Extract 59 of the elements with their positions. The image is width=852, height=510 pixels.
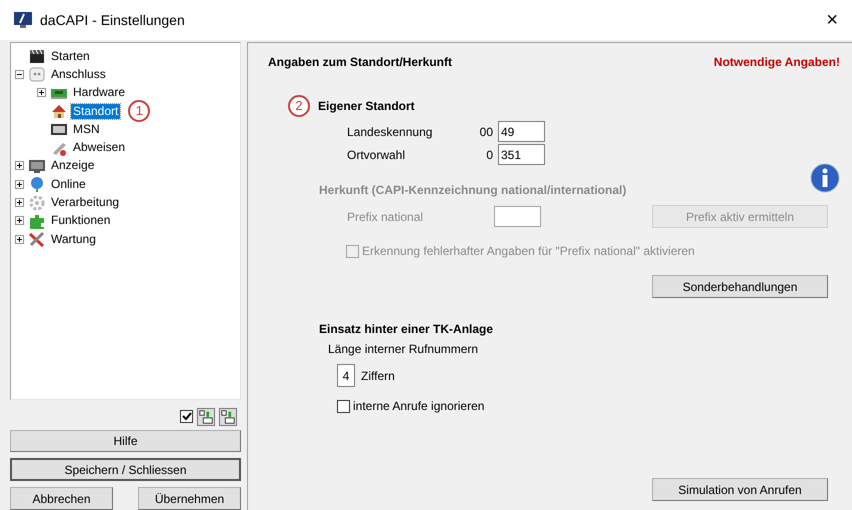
tree-item[interactable]: MSN [71, 122, 102, 137]
dialog-button[interactable]: Hilfe [10, 430, 241, 452]
expand-toggle[interactable] [15, 180, 24, 189]
required-note: Notwendige Angaben! [714, 54, 840, 71]
step-marker: 2 [288, 95, 310, 117]
collapse-toggle[interactable] [15, 70, 24, 79]
checkbox-label: interne Anrufe ignorieren [353, 398, 484, 415]
close-button[interactable]: × [822, 10, 842, 30]
section-title: Eigener Standort [318, 98, 415, 115]
expand-toggle[interactable] [15, 161, 24, 170]
checkbox-label: Erkennung fehlerhafter Angaben für "Prefix national" aktivieren [362, 243, 695, 260]
expand-toggle[interactable] [15, 216, 24, 226]
checkbox[interactable] [180, 410, 193, 424]
tree-item[interactable]: Verarbeitung [49, 195, 122, 210]
tree-item[interactable]: Anzeige [49, 158, 96, 174]
house-icon [50, 103, 68, 120]
dialog-button[interactable]: Sonderbehandlungen [652, 275, 828, 298]
section-title: Einsatz hinter einer TK-Anlage [319, 321, 494, 338]
field-label: Ortvorwahl [347, 146, 406, 164]
expand-all-icon[interactable] [197, 408, 215, 426]
app-icon [14, 12, 32, 28]
field-label: Prefix national [347, 208, 424, 226]
tree-item[interactable]: Starten [49, 48, 92, 64]
puzzle-icon [28, 212, 46, 229]
dialog-button[interactable]: Abbrechen [10, 487, 113, 510]
prefix-label: 0 [485, 146, 493, 164]
step-marker: 1 [128, 100, 150, 122]
tree-item[interactable]: Wartung [49, 232, 98, 247]
tree-item[interactable]: Standort [71, 104, 120, 119]
checkbox[interactable] [337, 400, 350, 412]
digits-field[interactable]: 4 [337, 364, 355, 387]
dialog-button[interactable]: Speichern / Schliessen [10, 458, 241, 482]
collapse-all-icon[interactable] [219, 408, 237, 426]
monitor-icon [28, 158, 46, 174]
tools-icon [28, 231, 46, 248]
tree-item[interactable]: Anschluss [49, 66, 108, 82]
expand-toggle[interactable] [15, 198, 24, 208]
dialog-button[interactable]: Simulation von Anrufen [652, 478, 828, 501]
window-title: daCAPI - Einstellungen [40, 10, 186, 30]
expand-toggle[interactable] [37, 88, 46, 98]
prefix-label: 00 [478, 124, 493, 140]
gear-icon [28, 194, 46, 211]
dialog-button[interactable]: Übernehmen [138, 487, 241, 510]
info-icon[interactable] [810, 163, 840, 193]
socket-icon [28, 66, 46, 82]
clapper-icon [28, 48, 46, 64]
expand-toggle[interactable] [15, 234, 24, 244]
tree-item[interactable]: Abweisen [71, 140, 128, 156]
section-heading: Angaben zum Standort/Herkunft [268, 54, 452, 71]
field-label: Länge interner Rufnummern [328, 341, 480, 358]
tree-item[interactable]: Funktionen [49, 213, 112, 228]
field-label: Ziffern [361, 368, 395, 384]
tree-item[interactable]: Hardware [71, 85, 128, 100]
input-field[interactable]: 49 [498, 121, 545, 142]
field-label: Landeskennung [347, 124, 434, 140]
globe-icon [28, 176, 46, 192]
tree-item[interactable]: Online [49, 176, 88, 192]
section-title: Herkunft (CAPI-Kennzeichnung national/international) [319, 182, 626, 199]
input-field[interactable]: 351 [498, 144, 545, 165]
